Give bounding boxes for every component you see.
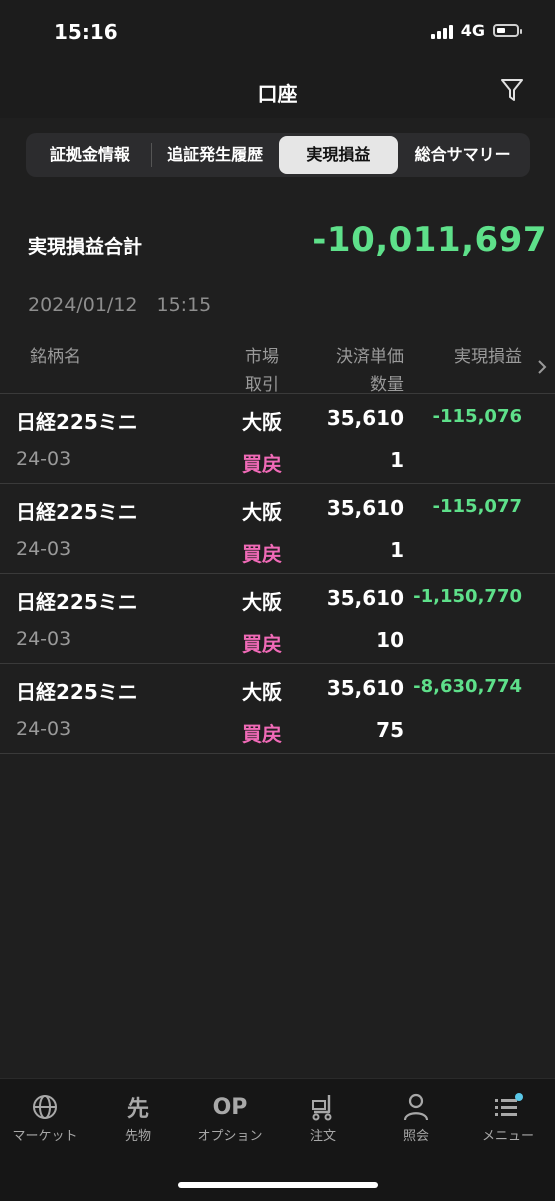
row-qty: 1 xyxy=(390,448,404,472)
table-row[interactable]: 日経225ミニ 24-03 大阪 買戻 35,610 1 -115,077 xyxy=(0,484,555,574)
row-qty: 75 xyxy=(376,718,404,742)
row-month: 24-03 xyxy=(16,628,72,650)
row-trade: 買戻 xyxy=(242,542,282,566)
chevron-right-icon[interactable] xyxy=(537,360,547,374)
row-month: 24-03 xyxy=(16,538,72,560)
bottom-tab-label: 先物 xyxy=(124,1129,151,1144)
person-icon xyxy=(403,1093,429,1121)
menu-icon xyxy=(495,1093,523,1116)
tab-overall-summary[interactable]: 総合サマリー xyxy=(398,136,527,174)
row-market: 大阪 xyxy=(242,590,282,614)
header-pnl: 実現損益 xyxy=(454,347,522,367)
row-market: 大阪 xyxy=(242,410,282,434)
header-trade: 取引 xyxy=(245,375,279,395)
header-market: 市場 xyxy=(245,347,279,367)
total-realized-pnl-label: 実現損益合計 xyxy=(28,236,143,258)
network-type: 4G xyxy=(460,21,485,40)
bottom-tab-label: 注文 xyxy=(309,1129,336,1144)
row-name: 日経225ミニ xyxy=(16,500,138,524)
row-month: 24-03 xyxy=(16,718,72,740)
cart-icon xyxy=(312,1095,332,1121)
tab-margin-call-history[interactable]: 追証発生履歴 xyxy=(152,136,279,174)
row-trade: 買戻 xyxy=(242,722,282,746)
nav-bar: 口座 xyxy=(0,62,555,118)
futures-icon: 先 xyxy=(126,1097,149,1122)
row-price: 35,610 xyxy=(326,406,404,430)
options-icon: OP xyxy=(212,1094,248,1120)
battery-icon xyxy=(493,24,522,37)
row-name: 日経225ミニ xyxy=(16,590,138,614)
bottom-tab-menu[interactable]: メニュー xyxy=(463,1091,553,1144)
bottom-tab-label: 照会 xyxy=(402,1129,429,1144)
row-price: 35,610 xyxy=(326,586,404,610)
tab-margin-info[interactable]: 証拠金情報 xyxy=(29,136,151,174)
status-indicators: 4G xyxy=(430,21,522,40)
bottom-tab-order[interactable]: 注文 xyxy=(278,1091,368,1144)
header-price: 決済単価 xyxy=(336,347,404,367)
bottom-tab-options[interactable]: OP オプション xyxy=(185,1091,275,1145)
divider xyxy=(0,753,555,754)
page-title: 口座 xyxy=(257,82,298,106)
filter-icon[interactable] xyxy=(499,76,525,104)
globe-icon xyxy=(33,1095,57,1119)
table-row[interactable]: 日経225ミニ 24-03 大阪 買戻 35,610 10 -1,150,770 xyxy=(0,574,555,664)
header-qty: 数量 xyxy=(370,375,404,395)
row-name: 日経225ミニ xyxy=(16,680,138,704)
row-market: 大阪 xyxy=(242,680,282,704)
tab-bar: 証拠金情報 追証発生履歴 実現損益 総合サマリー xyxy=(26,133,530,177)
row-pnl: -8,630,774 xyxy=(413,676,522,697)
bottom-tab-inquiry[interactable]: 照会 xyxy=(371,1091,461,1144)
row-trade: 買戻 xyxy=(242,452,282,476)
total-realized-pnl-value: -10,011,697 xyxy=(312,220,547,260)
status-bar: 15:16 4G xyxy=(0,0,555,62)
home-indicator[interactable] xyxy=(178,1182,378,1188)
row-market: 大阪 xyxy=(242,500,282,524)
bottom-tab-market[interactable]: マーケット xyxy=(0,1091,90,1144)
status-time: 15:16 xyxy=(54,20,118,44)
row-month: 24-03 xyxy=(16,448,72,470)
table-row[interactable]: 日経225ミニ 24-03 大阪 買戻 35,610 1 -115,076 xyxy=(0,394,555,484)
table-row[interactable]: 日経225ミニ 24-03 大阪 買戻 35,610 75 -8,630,774 xyxy=(0,664,555,754)
summary-datetime: 2024/01/12 15:15 xyxy=(28,294,212,316)
row-price: 35,610 xyxy=(326,496,404,520)
row-qty: 1 xyxy=(390,538,404,562)
bottom-tab-label: メニュー xyxy=(481,1129,534,1144)
row-pnl: -115,076 xyxy=(432,406,522,427)
header-name: 銘柄名 xyxy=(30,347,81,367)
notification-badge-icon xyxy=(515,1093,523,1101)
signal-icon xyxy=(430,23,453,39)
row-trade: 買戻 xyxy=(242,632,282,656)
bottom-tab-label: オプション xyxy=(197,1129,263,1144)
bottom-tab-futures[interactable]: 先 先物 xyxy=(93,1091,183,1144)
row-pnl: -1,150,770 xyxy=(413,586,522,607)
row-pnl: -115,077 xyxy=(432,496,522,517)
row-name: 日経225ミニ xyxy=(16,410,138,434)
bottom-tab-label: マーケット xyxy=(12,1129,78,1144)
row-qty: 10 xyxy=(376,628,404,652)
tab-realized-pnl[interactable]: 実現損益 xyxy=(278,136,399,174)
row-price: 35,610 xyxy=(326,676,404,700)
